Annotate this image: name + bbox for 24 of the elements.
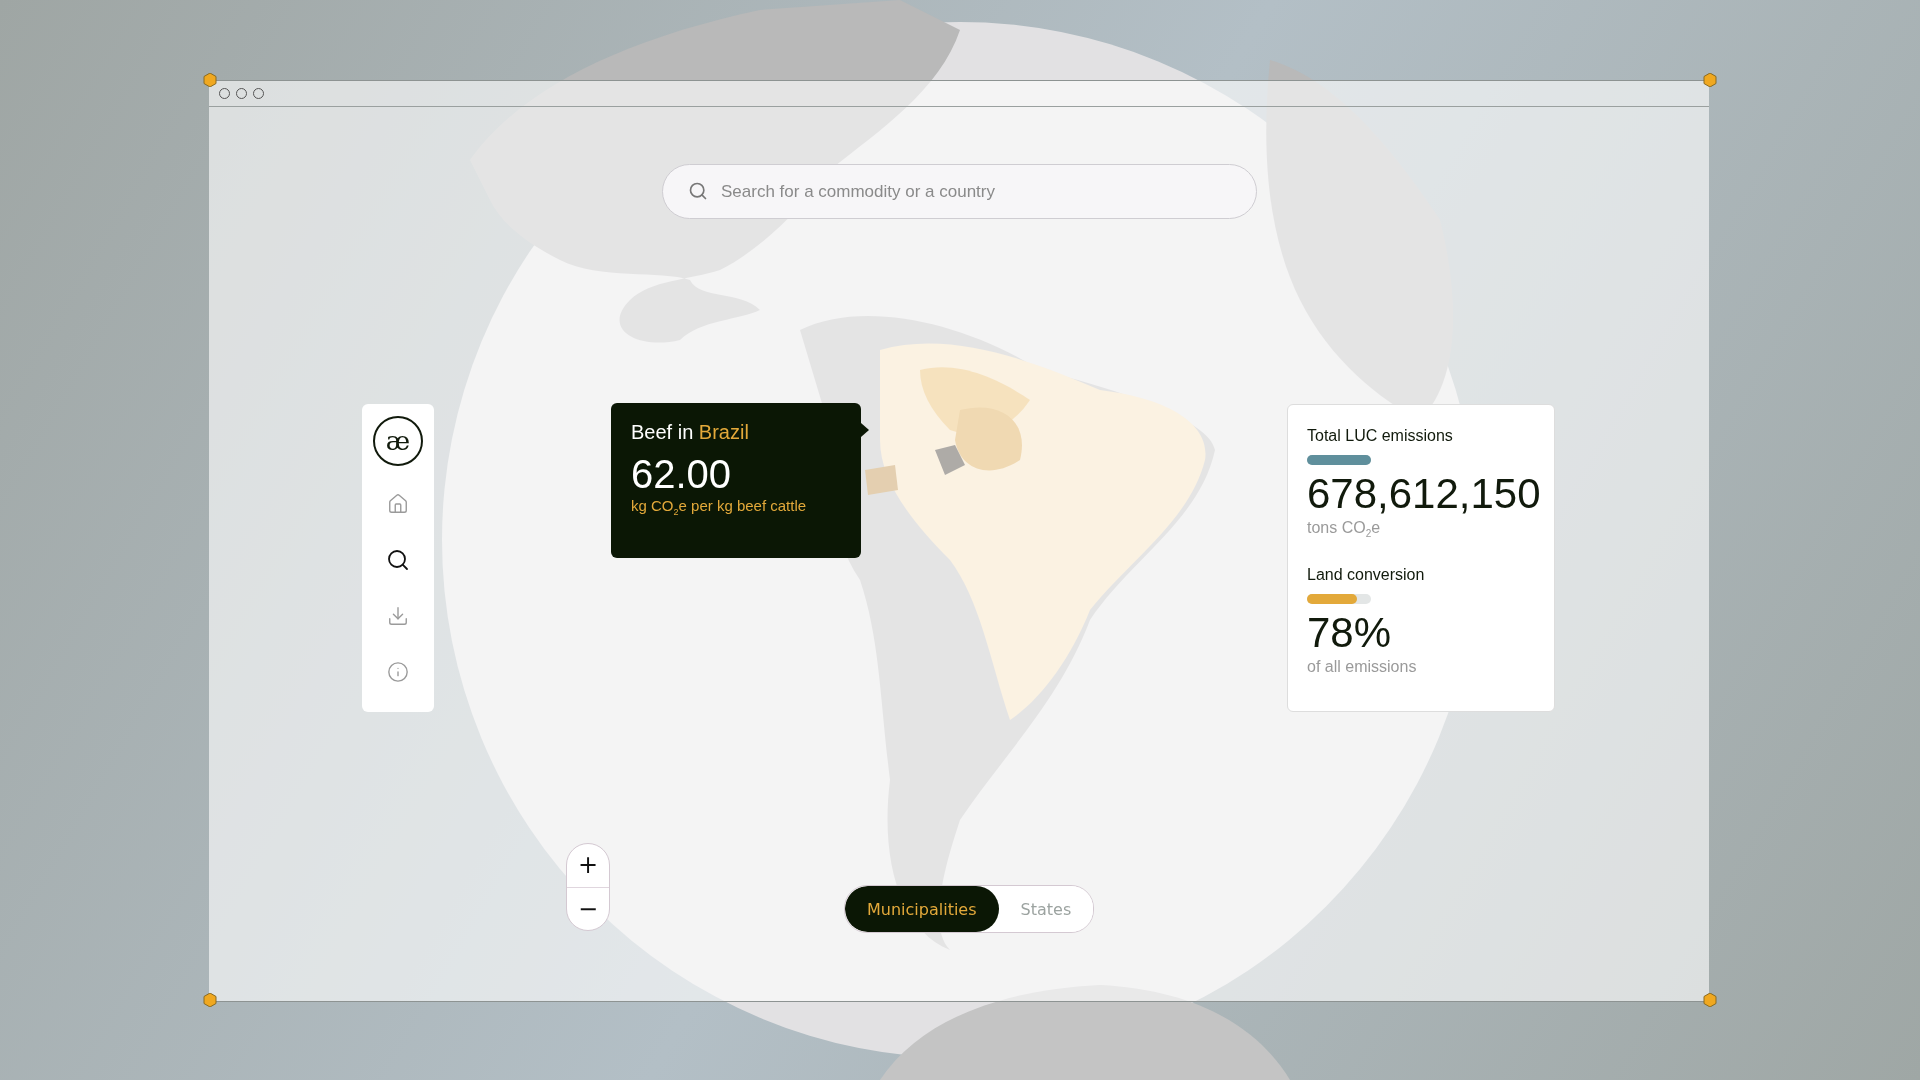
- stat-unit: of all emissions: [1307, 657, 1418, 676]
- download-icon: [387, 605, 409, 627]
- info-icon: [387, 661, 409, 683]
- logo: æ: [373, 416, 423, 466]
- stat-value: 78%: [1307, 607, 1393, 658]
- stat-label: Total LUC emissions: [1307, 427, 1454, 445]
- stat-label: Land conversion: [1307, 565, 1426, 584]
- search-icon: [386, 548, 410, 572]
- view-toggle-option[interactable]: Municipalities: [845, 886, 999, 932]
- handle-icon: [1703, 73, 1717, 87]
- stat-unit: tons CO$_{2}$e: [1307, 519, 1382, 540]
- zoom-out-button[interactable]: −: [567, 886, 609, 930]
- tooltip-value: 62.00: [631, 452, 733, 497]
- search-icon: [688, 181, 708, 201]
- handle-icon: [203, 73, 217, 87]
- handle-icon: [1703, 993, 1717, 1007]
- handle-icon: [203, 993, 217, 1007]
- tooltip-unit: kg CO$_{2}$e per kg beef cattle: [631, 497, 808, 517]
- home-icon: [387, 493, 409, 515]
- tick-meter: [1307, 593, 1371, 604]
- search-field[interactable]: Search for a commodity or a country: [662, 164, 1257, 219]
- tooltip-title: Beef in Brazil: [631, 421, 750, 444]
- zoom-in-button[interactable]: +: [567, 844, 609, 887]
- tick-meter: [1307, 455, 1371, 465]
